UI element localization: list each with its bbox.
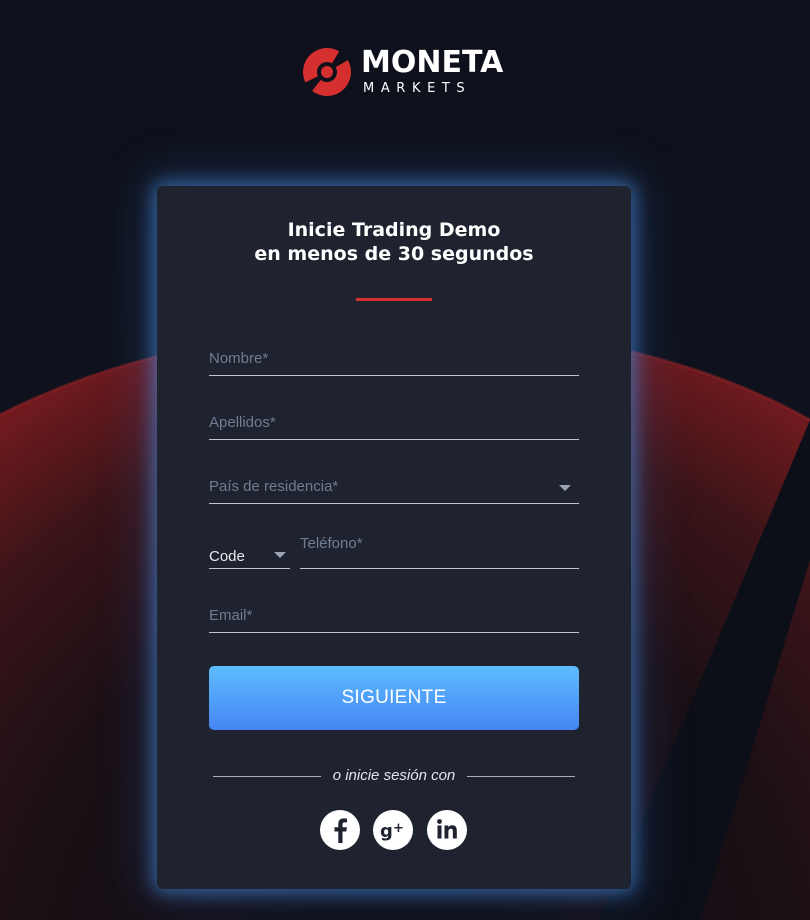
alt-login-divider: o inicie sesión con	[213, 766, 575, 788]
moneta-logo-icon	[303, 48, 351, 96]
google-plus-login-button[interactable]: g +	[373, 810, 413, 850]
code-select[interactable]: Code	[209, 534, 290, 569]
form-title-line1: Inicie Trading Demo	[287, 219, 501, 241]
brand-name: MONETA	[361, 45, 504, 80]
form-title-line2: en menos de 30 segundos	[254, 243, 534, 265]
title-divider	[356, 298, 432, 301]
svg-text:+: +	[393, 821, 404, 836]
linkedin-icon	[437, 819, 457, 839]
siguiente-button[interactable]: SIGUIENTE	[209, 666, 579, 730]
nombre-input[interactable]	[209, 341, 579, 375]
google-plus-icon: g +	[380, 821, 404, 842]
code-select-label: Code	[209, 548, 245, 565]
email-field	[209, 598, 579, 633]
svg-text:g: g	[380, 821, 393, 842]
facebook-login-button[interactable]	[320, 810, 360, 850]
telefono-input[interactable]	[300, 526, 579, 560]
telefono-field	[300, 526, 579, 569]
signup-card: Inicie Trading Demo en menos de 30 segun…	[157, 186, 631, 889]
nombre-field	[209, 341, 579, 376]
chevron-down-icon	[274, 552, 286, 558]
linkedin-login-button[interactable]	[427, 810, 467, 850]
brand-logo: MONETA MARKETS	[302, 44, 504, 100]
chevron-down-icon	[559, 485, 571, 491]
apellidos-input[interactable]	[209, 405, 579, 439]
divider-line	[467, 776, 575, 777]
apellidos-field	[209, 405, 579, 440]
pais-select-label: País de residencia*	[209, 478, 339, 495]
facebook-icon	[334, 818, 347, 843]
pais-select[interactable]: País de residencia*	[209, 469, 579, 504]
brand-subtitle: MARKETS	[363, 81, 472, 96]
email-input[interactable]	[209, 598, 579, 632]
